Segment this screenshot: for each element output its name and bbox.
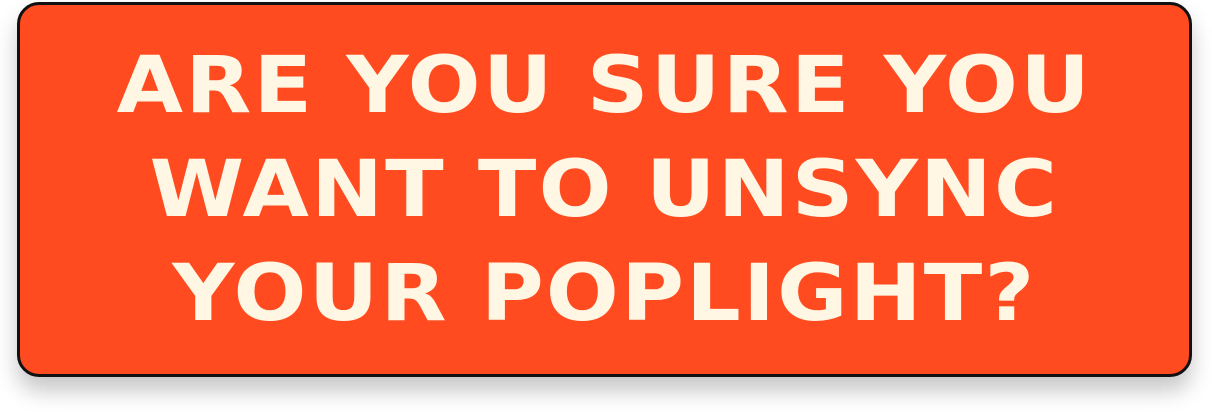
confirmation-message: ARE YOU SURE YOU WANT TO UNSYNC YOUR POP… xyxy=(117,34,1092,346)
stage: ARE YOU SURE YOU WANT TO UNSYNC YOUR POP… xyxy=(0,0,1212,412)
message-line-1: ARE YOU SURE YOU xyxy=(116,40,1093,131)
message-line-3: YOUR POPLIGHT? xyxy=(172,248,1037,339)
message-line-2: WANT TO UNSYNC xyxy=(149,144,1060,235)
unsync-confirmation-card: ARE YOU SURE YOU WANT TO UNSYNC YOUR POP… xyxy=(17,2,1192,377)
